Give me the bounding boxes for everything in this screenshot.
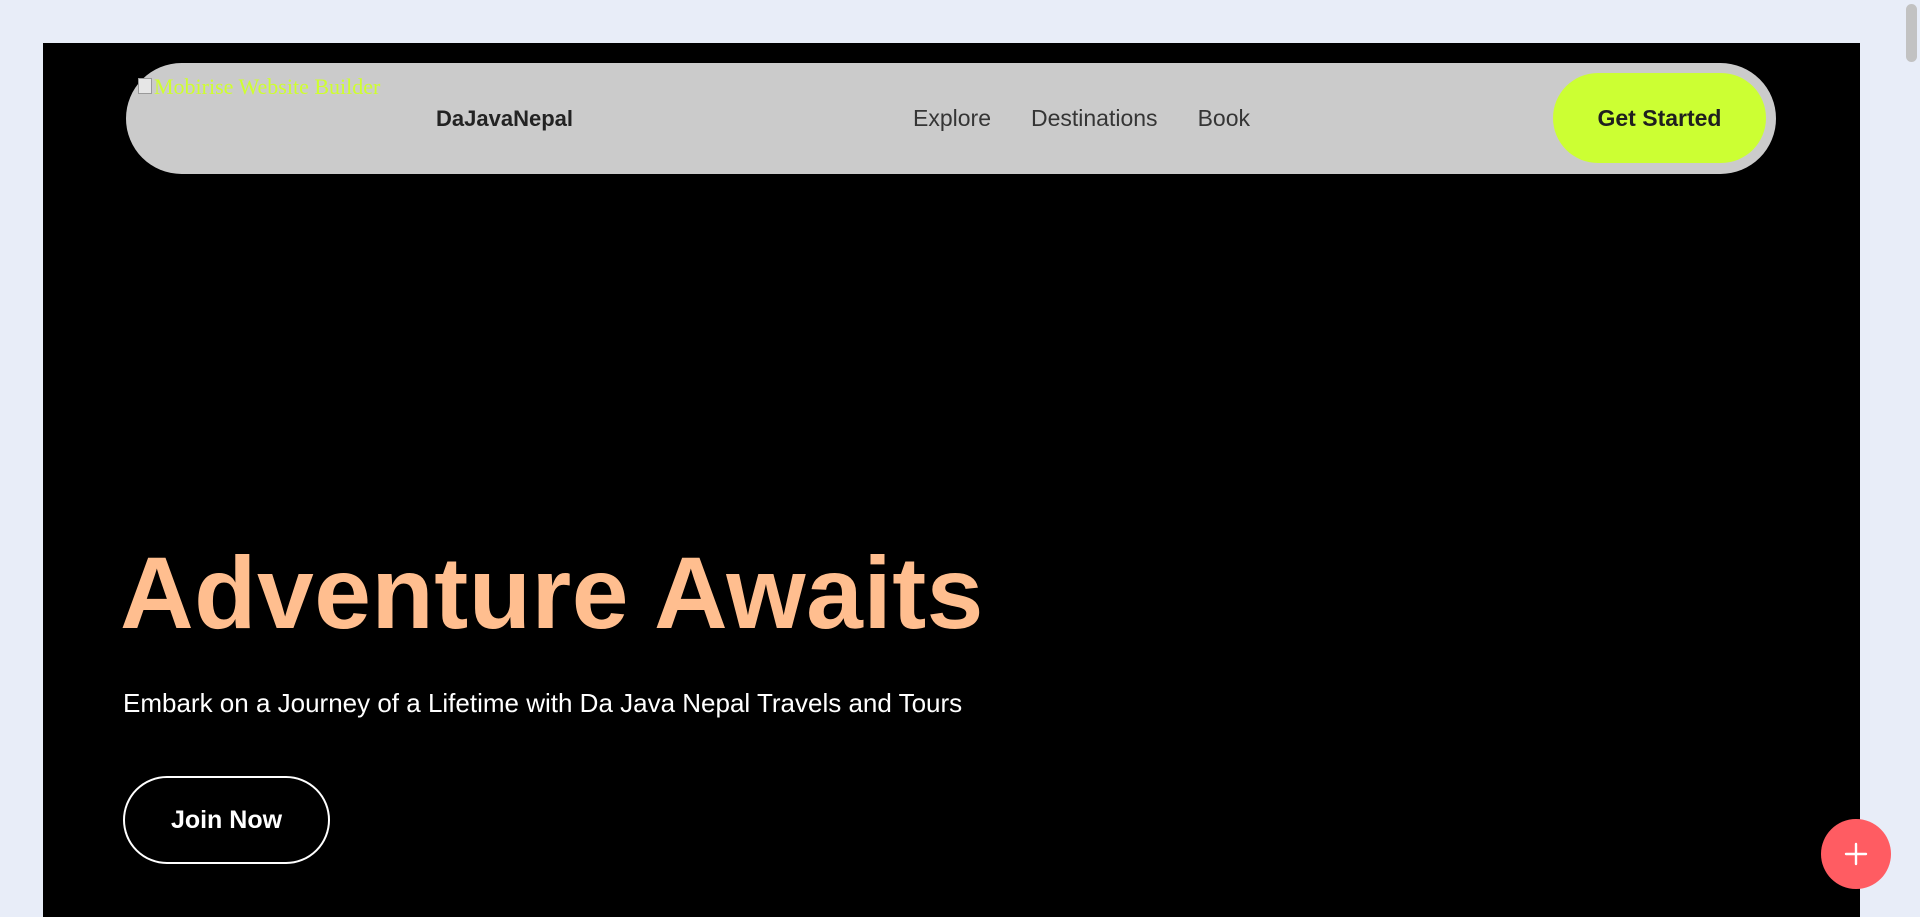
- scrollbar-thumb[interactable]: [1906, 4, 1917, 62]
- add-block-button[interactable]: [1821, 819, 1891, 889]
- brand-name[interactable]: DaJavaNepal: [436, 63, 573, 174]
- nav-link-book[interactable]: Book: [1198, 105, 1250, 132]
- plus-icon: [1844, 842, 1868, 866]
- broken-image-icon: [138, 78, 152, 94]
- nav-link-destinations[interactable]: Destinations: [1031, 105, 1158, 132]
- hero-title: Adventure Awaits: [120, 536, 984, 650]
- hero-subtitle: Embark on a Journey of a Lifetime with D…: [123, 688, 963, 718]
- logo-image[interactable]: Mobirise Website Builder: [138, 75, 380, 99]
- logo-alt-text: Mobirise Website Builder: [154, 74, 381, 99]
- join-now-button[interactable]: Join Now: [123, 776, 330, 864]
- navbar: Mobirise Website Builder DaJavaNepal Exp…: [126, 63, 1776, 174]
- nav-menu: Explore Destinations Book: [913, 63, 1290, 174]
- vertical-scrollbar[interactable]: [1903, 0, 1920, 917]
- nav-link-explore[interactable]: Explore: [913, 105, 991, 132]
- get-started-button[interactable]: Get Started: [1553, 73, 1766, 163]
- hero-section: Mobirise Website Builder DaJavaNepal Exp…: [43, 43, 1860, 917]
